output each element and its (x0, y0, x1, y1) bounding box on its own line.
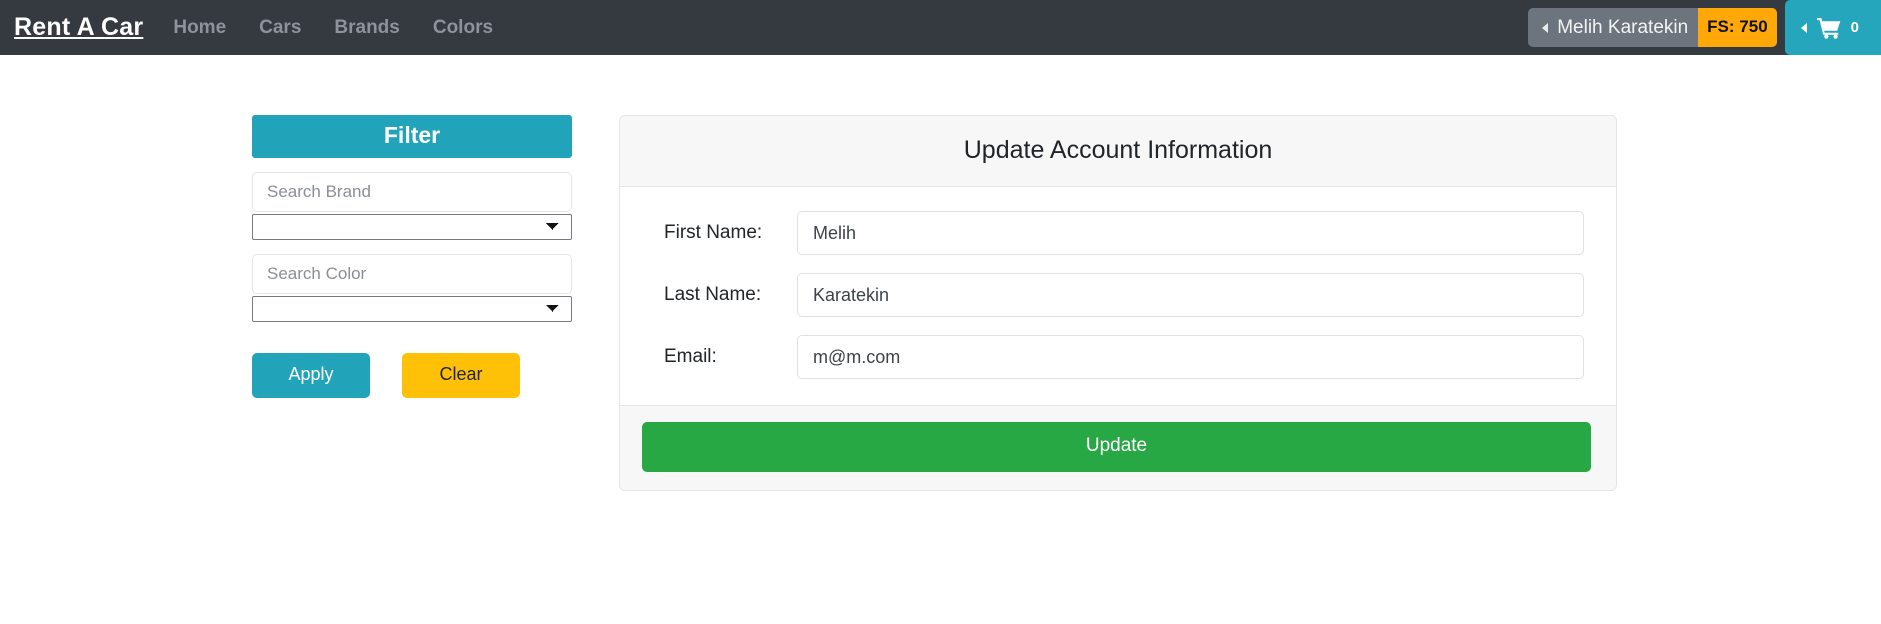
email-row: Email: (642, 335, 1584, 379)
first-name-row: First Name: (642, 211, 1584, 255)
color-select[interactable] (252, 296, 572, 322)
user-menu-dropdown[interactable]: Melih Karatekin FS: 750 (1528, 8, 1777, 47)
balance-badge: FS: 750 (1698, 8, 1777, 47)
cart-count-label: 0 (1850, 19, 1859, 36)
filter-panel-title: Filter (252, 115, 572, 158)
update-button[interactable]: Update (642, 422, 1591, 472)
top-navbar: Rent A Car Home Cars Brands Colors Melih… (0, 0, 1881, 55)
brand-select[interactable] (252, 214, 572, 240)
nav-link-cars[interactable]: Cars (259, 17, 301, 39)
last-name-label: Last Name: (664, 284, 762, 305)
nav-link-colors[interactable]: Colors (433, 17, 493, 39)
card-footer: Update (620, 405, 1616, 490)
shopping-cart-icon (1816, 17, 1840, 39)
update-account-card: Update Account Information First Name: L… (619, 115, 1617, 491)
nav-link-brands[interactable]: Brands (334, 17, 399, 39)
caret-left-icon (1542, 22, 1549, 33)
search-brand-input[interactable] (252, 172, 572, 212)
email-field[interactable] (797, 335, 1584, 379)
navbar-right-section: Melih Karatekin FS: 750 0 (1528, 0, 1881, 55)
email-label: Email: (664, 346, 717, 367)
first-name-field[interactable] (797, 211, 1584, 255)
search-color-input[interactable] (252, 254, 572, 294)
user-name-label: Melih Karatekin (1557, 16, 1689, 38)
first-name-label: First Name: (664, 222, 763, 243)
color-filter-group (252, 254, 572, 322)
nav-link-home[interactable]: Home (173, 17, 226, 39)
page-content: Filter Apply Clear Update Account Inform… (0, 55, 1881, 491)
filter-actions: Apply Clear (252, 353, 572, 398)
card-title: Update Account Information (963, 136, 1273, 164)
brand-filter-group (252, 172, 572, 240)
last-name-field[interactable] (797, 273, 1584, 317)
apply-button[interactable]: Apply (252, 353, 370, 398)
brand-logo[interactable]: Rent A Car (14, 13, 143, 42)
caret-left-icon (1800, 22, 1807, 33)
card-header: Update Account Information (620, 116, 1616, 187)
card-body: First Name: Last Name: Email: (620, 187, 1616, 405)
filter-panel: Filter Apply Clear (252, 115, 572, 398)
last-name-row: Last Name: (642, 273, 1584, 317)
clear-button[interactable]: Clear (402, 353, 520, 398)
cart-button[interactable]: 0 (1784, 0, 1881, 55)
main-nav: Home Cars Brands Colors (173, 17, 493, 39)
